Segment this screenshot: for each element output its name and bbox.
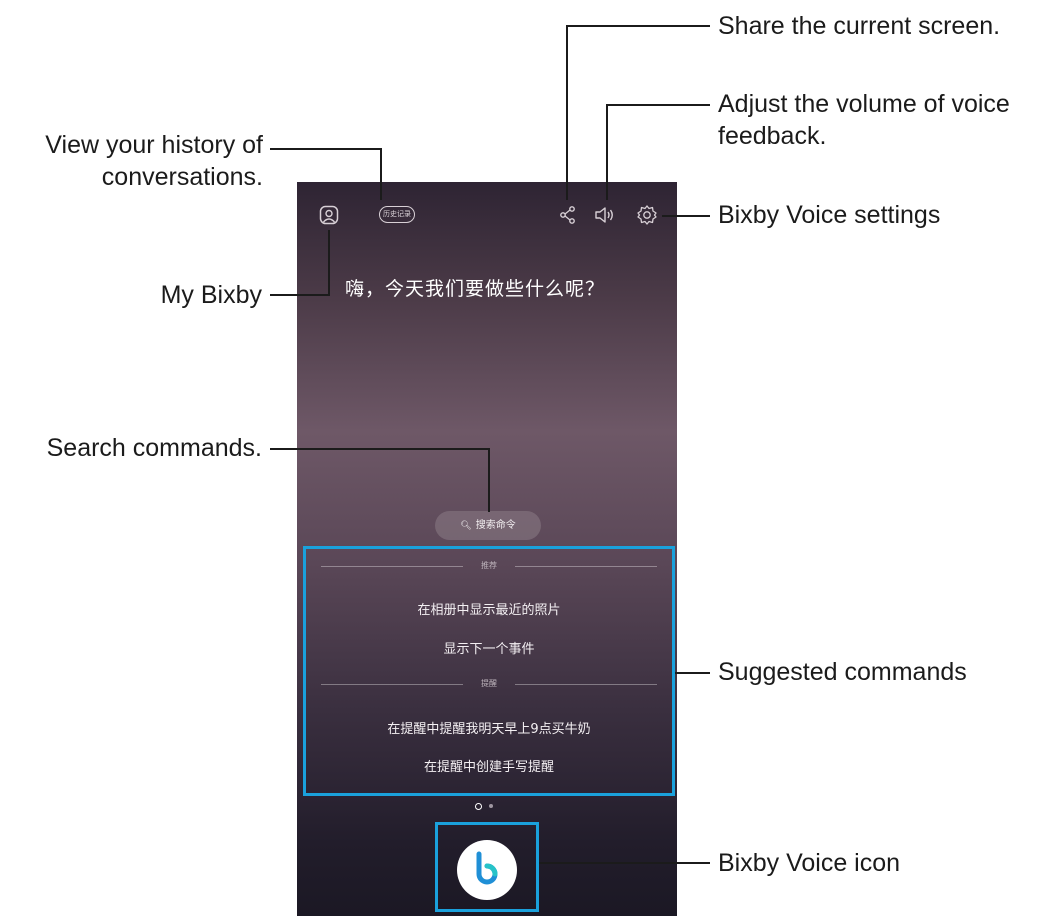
history-button[interactable]: 历史记录 bbox=[379, 206, 415, 223]
page-indicator bbox=[475, 802, 505, 812]
annotation-history: View your history of conversations. bbox=[45, 131, 263, 191]
annotation-bixby-icon: Bixby Voice icon bbox=[718, 849, 901, 877]
share-icon[interactable] bbox=[559, 205, 577, 225]
annotation-my-bixby: My Bixby bbox=[160, 281, 262, 309]
highlight-search-box bbox=[303, 546, 675, 796]
annotation-suggested: Suggested commands bbox=[718, 658, 967, 686]
leader-line bbox=[380, 148, 382, 200]
annotation-share: Share the current screen. bbox=[718, 12, 1001, 40]
page-dot-active bbox=[475, 803, 482, 810]
leader-line bbox=[488, 448, 490, 512]
annotation-search: Search commands. bbox=[46, 434, 262, 462]
leader-line bbox=[675, 672, 710, 674]
leader-line bbox=[539, 862, 710, 864]
search-commands-button[interactable]: 🔍︎ 搜索命令 bbox=[435, 511, 541, 540]
settings-gear-icon[interactable] bbox=[636, 204, 658, 226]
leader-line bbox=[606, 104, 710, 106]
annotation-settings: Bixby Voice settings bbox=[718, 201, 941, 229]
search-commands-label: 搜索命令 bbox=[475, 520, 516, 531]
leader-line bbox=[270, 448, 490, 450]
my-bixby-icon[interactable] bbox=[319, 205, 339, 225]
leader-line bbox=[662, 215, 710, 217]
leader-line bbox=[270, 294, 330, 296]
leader-line bbox=[566, 25, 568, 200]
highlight-bixby-icon-box bbox=[435, 822, 539, 912]
search-icon: 🔍︎ bbox=[460, 521, 472, 531]
leader-line bbox=[270, 148, 382, 150]
volume-icon[interactable] bbox=[594, 205, 616, 225]
leader-line bbox=[328, 230, 330, 296]
leader-line bbox=[606, 104, 608, 200]
page-dot bbox=[489, 804, 493, 808]
greeting-text: 嗨，今天我们要做些什么呢？ bbox=[345, 278, 606, 300]
leader-line bbox=[566, 25, 710, 27]
annotation-volume: Adjust the volume of voice feedback. bbox=[718, 90, 1010, 150]
